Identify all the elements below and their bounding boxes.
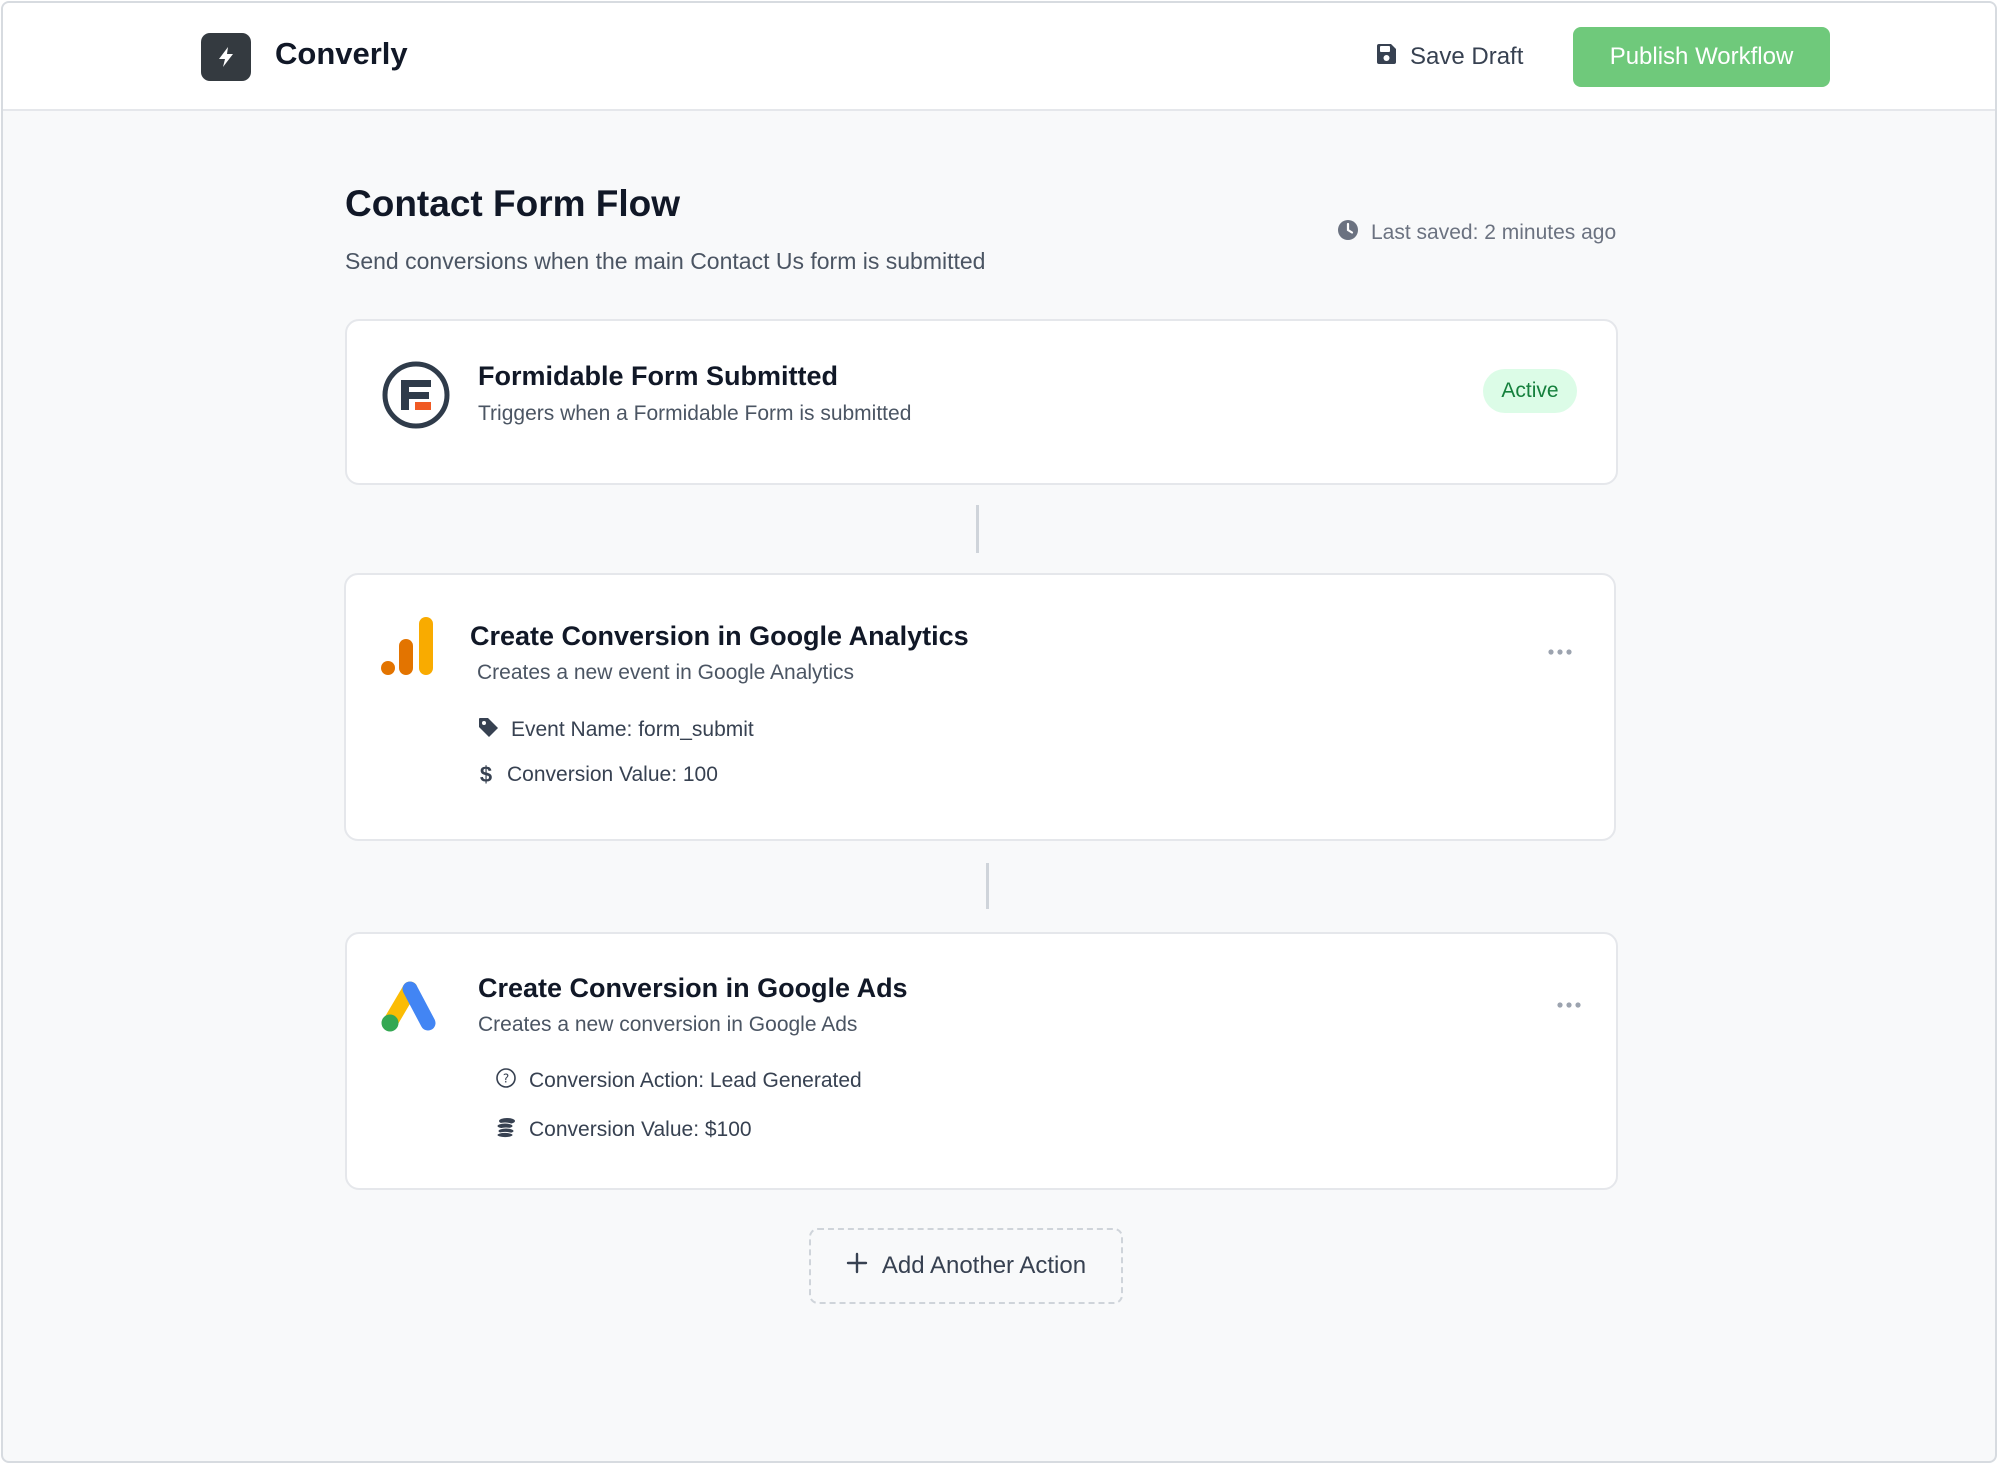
connector-line bbox=[986, 863, 989, 909]
publish-workflow-button[interactable]: Publish Workflow bbox=[1573, 27, 1830, 87]
tag-icon bbox=[477, 716, 499, 744]
ellipsis-icon bbox=[1548, 642, 1572, 660]
last-saved-status: Last saved: 2 minutes ago bbox=[1337, 219, 1616, 247]
question-circle-icon: ? bbox=[495, 1067, 517, 1095]
svg-text:?: ? bbox=[503, 1072, 509, 1086]
action-description: Creates a new conversion in Google Ads bbox=[478, 1013, 858, 1036]
app-window: Converly Save Draft Publish Workflow Con… bbox=[1, 1, 1997, 1463]
google-ads-logo-icon bbox=[380, 981, 438, 1038]
last-saved-text: Last saved: 2 minutes ago bbox=[1371, 221, 1617, 244]
detail-text: Conversion Value: 100 bbox=[507, 763, 718, 786]
action-card-google-ads[interactable] bbox=[345, 932, 1618, 1190]
more-options-button[interactable] bbox=[1549, 989, 1589, 1019]
app-name: Converly bbox=[275, 36, 408, 71]
save-draft-label: Save Draft bbox=[1410, 43, 1524, 70]
google-analytics-logo-icon bbox=[380, 615, 436, 682]
add-action-label: Add Another Action bbox=[881, 1252, 1087, 1279]
detail-conversion-action: ? Conversion Action: Lead Generated bbox=[495, 1067, 862, 1095]
detail-event-name: Event Name: form_submit bbox=[477, 716, 754, 744]
detail-conversion-value: $ Conversion Value: 100 bbox=[477, 762, 718, 788]
action-card-google-analytics[interactable] bbox=[344, 573, 1616, 841]
action-description: Creates a new event in Google Analytics bbox=[477, 661, 855, 684]
detail-text: Conversion Action: Lead Generated bbox=[529, 1069, 862, 1092]
dollar-icon: $ bbox=[479, 762, 493, 787]
more-options-button[interactable] bbox=[1540, 636, 1580, 666]
save-draft-button[interactable]: Save Draft bbox=[1375, 37, 1523, 77]
add-action-button[interactable]: Add Another Action bbox=[809, 1228, 1123, 1304]
detail-conversion-value: Conversion Value: $100 bbox=[495, 1116, 752, 1144]
trigger-title: Formidable Form Submitted bbox=[478, 361, 839, 391]
clock-icon bbox=[1337, 219, 1359, 247]
status-badge: Active bbox=[1483, 369, 1577, 413]
workflow-title: Contact Form Flow bbox=[345, 183, 681, 224]
connector-line bbox=[976, 505, 979, 553]
coins-icon bbox=[495, 1116, 517, 1144]
floppy-disk-icon bbox=[1375, 43, 1397, 72]
ellipsis-icon bbox=[1557, 995, 1581, 1013]
top-bar: Converly Save Draft Publish Workflow bbox=[3, 3, 1995, 111]
plus-icon bbox=[846, 1252, 868, 1281]
formidable-logo-icon bbox=[381, 360, 451, 435]
action-title: Create Conversion in Google Analytics bbox=[470, 621, 969, 651]
detail-text: Event Name: form_submit bbox=[511, 718, 754, 741]
workflow-subtitle: Send conversions when the main Contact U… bbox=[345, 248, 986, 274]
trigger-description: Triggers when a Formidable Form is submi… bbox=[478, 402, 912, 425]
action-title: Create Conversion in Google Ads bbox=[478, 973, 908, 1003]
detail-text: Conversion Value: $100 bbox=[529, 1118, 752, 1141]
lightning-bolt-icon bbox=[201, 33, 251, 81]
